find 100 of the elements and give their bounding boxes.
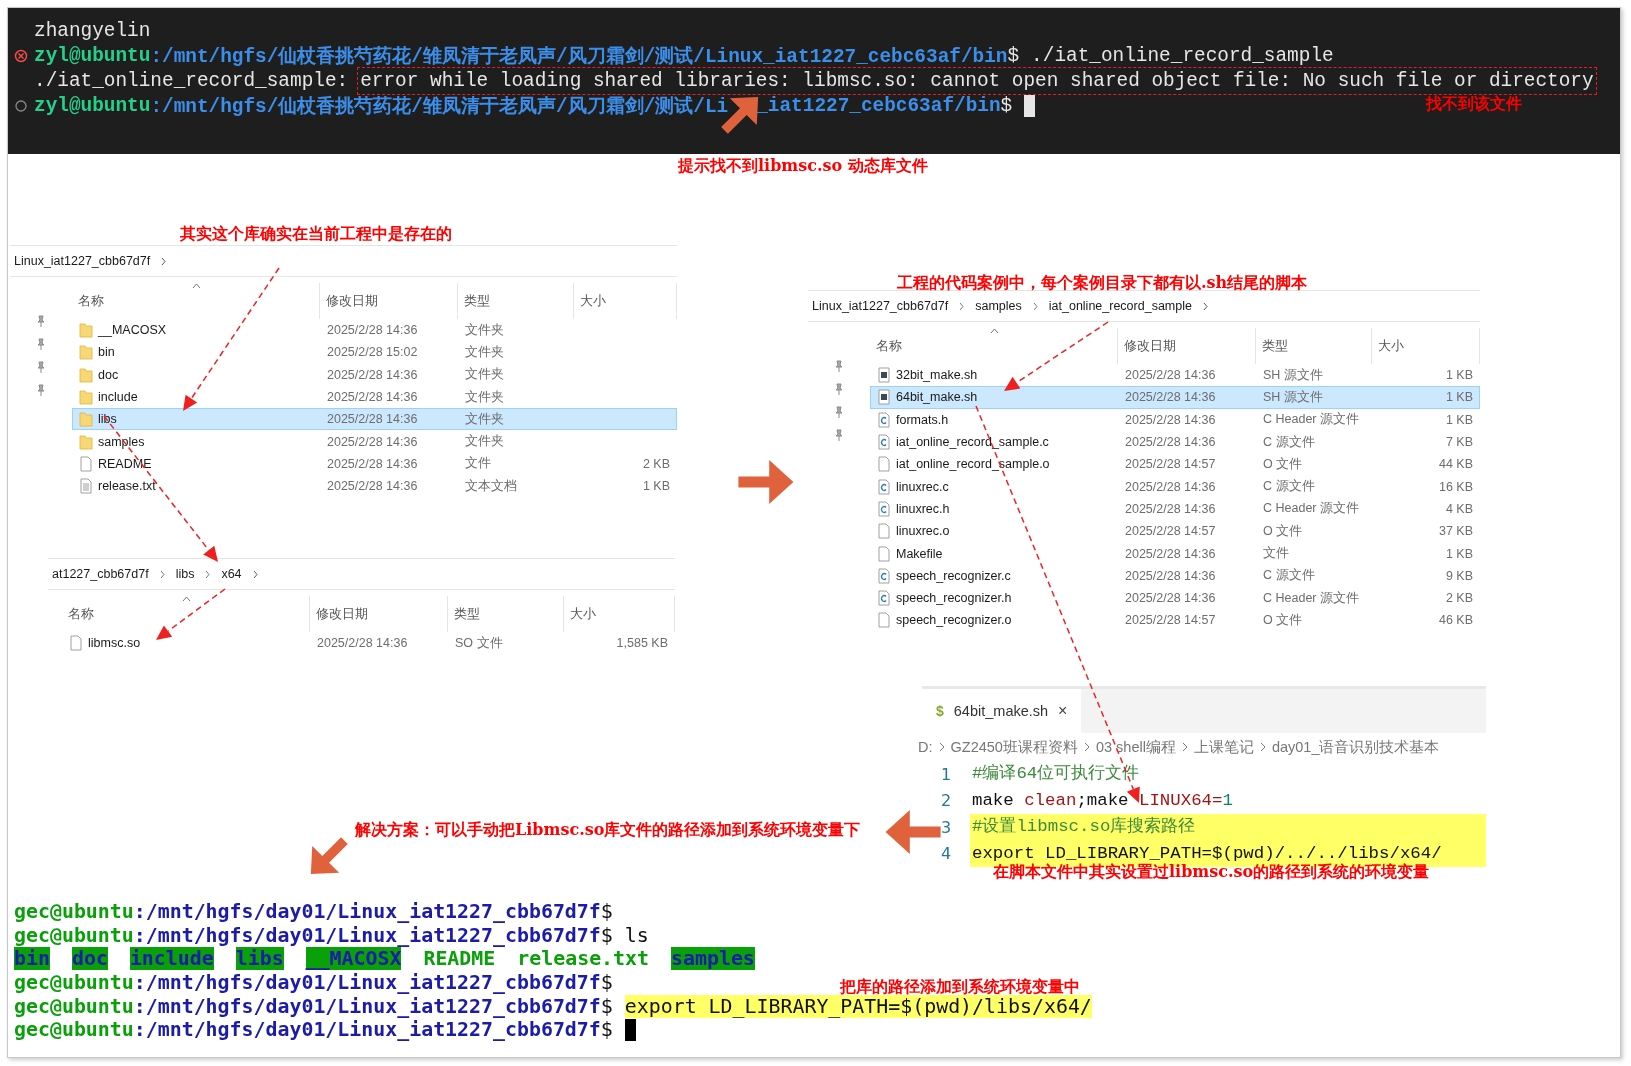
prompt-user: gec@ubuntu	[14, 900, 134, 924]
breadcrumb-item[interactable]: 上课笔记	[1193, 737, 1254, 757]
breadcrumb-item[interactable]: GZ2450班课程资料	[950, 737, 1078, 757]
prompt-path: :/mnt/hgfs/day01/Linux_iat1227_cbb67d7f	[133, 971, 601, 995]
pin-icon[interactable]	[36, 384, 46, 396]
breadcrumb-item[interactable]: libs	[175, 567, 195, 581]
file-type: C 源文件	[1262, 567, 1316, 585]
file-row[interactable]: linuxrec.c 2025/2/28 14:36 C 源文件 16 KB	[870, 475, 1480, 498]
file-row[interactable]: bin 2025/2/28 15:02 文件夹	[72, 341, 677, 364]
file-row[interactable]: README 2025/2/28 14:36 文件 2 KB	[72, 452, 677, 476]
file-row[interactable]: 64bit_make.sh 2025/2/28 14:36 SH 源文件 1 KB	[870, 386, 1480, 409]
modified-date: 2025/2/28 14:36	[326, 367, 419, 382]
file-name: linuxrec.c	[896, 479, 949, 494]
column-header[interactable]: 类型	[458, 283, 574, 319]
breadcrumb-item[interactable]: D:	[918, 739, 933, 755]
c-file-icon	[877, 478, 891, 495]
breadcrumb-item[interactable]: samples	[975, 299, 1022, 313]
chevron-icon[interactable]	[251, 569, 259, 579]
file-icon	[69, 635, 83, 652]
chevron-icon[interactable]	[1201, 301, 1209, 311]
file-type: 文件	[1262, 545, 1290, 562]
file-type: C 源文件	[1262, 433, 1316, 451]
breadcrumb-item[interactable]: day01_语音识别技术基本	[1271, 737, 1440, 757]
file-size: 16 KB	[1438, 479, 1473, 494]
file-row[interactable]: speech_recognizer.h 2025/2/28 14:36 C Header 源文件 2 KB	[870, 586, 1480, 610]
file-name: iat_online_record_sample.c	[896, 435, 1049, 450]
file-row[interactable]: libs 2025/2/28 14:36 文件夹	[72, 408, 677, 431]
file-row[interactable]: samples 2025/2/28 14:36 文件夹	[72, 430, 677, 453]
column-header[interactable]: 修改日期	[310, 596, 448, 632]
file-row[interactable]: Makefile 2025/2/28 14:36 文件 1 KB	[870, 542, 1480, 565]
prompt-path: :/mnt/hgfs/day01/Linux_iat1227_cbb67d7f	[133, 1018, 601, 1042]
pin-icon[interactable]	[36, 361, 46, 373]
file-size: 46 KB	[1438, 613, 1473, 628]
breadcrumb-item[interactable]: iat_online_record_sample	[1048, 299, 1192, 313]
column-header[interactable]: 名称	[870, 328, 1118, 364]
prompt-symbol: $	[600, 923, 613, 947]
column-header[interactable]: 修改日期	[320, 283, 458, 319]
terminal-command: ls	[624, 923, 649, 947]
column-header[interactable]: 大小	[574, 283, 677, 319]
terminal-text: ./iat_online_record_sample:	[34, 69, 349, 92]
breadcrumb-item[interactable]: Linux_iat1227_cbb67d7f	[812, 299, 949, 313]
file-size: 1 KB	[1445, 412, 1473, 427]
file-row[interactable]: formats.h 2025/2/28 14:36 C Header 源文件 1 KB	[870, 408, 1480, 431]
pin-icon[interactable]	[834, 383, 844, 395]
line-number: 3	[939, 817, 953, 837]
chevron-icon	[1031, 301, 1039, 311]
file-type: 文本文档	[464, 477, 518, 495]
block-arrow	[885, 810, 941, 854]
chevron-icon	[204, 569, 212, 579]
column-header[interactable]: 名称	[72, 283, 320, 319]
column-header[interactable]: 类型	[1256, 328, 1372, 364]
pin-icon[interactable]	[834, 360, 844, 372]
file-type: O 文件	[1262, 522, 1304, 540]
column-header[interactable]: 大小	[564, 596, 675, 632]
pin-icon[interactable]	[36, 315, 46, 327]
prompt-symbol: $	[600, 994, 613, 1018]
modified-date: 2025/2/28 14:36	[1124, 412, 1217, 427]
file-row[interactable]: speech_recognizer.o 2025/2/28 14:57 O 文件 46 KB	[870, 609, 1480, 632]
breadcrumb-item[interactable]: 03 shell编程	[1095, 737, 1176, 757]
file-row[interactable]: speech_recognizer.c 2025/2/28 14:36 C 源文件 9 KB	[870, 564, 1480, 587]
column-header[interactable]: 类型	[448, 596, 564, 632]
file-row[interactable]: doc 2025/2/28 14:36 文件夹	[72, 363, 677, 386]
file-icon	[877, 612, 891, 629]
file-row[interactable]: libmsc.so 2025/2/28 14:36 SO 文件 1,585 KB	[62, 632, 675, 655]
modified-date: 2025/2/28 14:36	[326, 434, 419, 449]
file-name: include	[98, 390, 138, 405]
breadcrumb-item[interactable]: x64	[221, 567, 242, 581]
file-row[interactable]: iat_online_record_sample.o 2025/2/28 14:57 O 文件 44 KB	[870, 453, 1480, 476]
file-size: 4 KB	[1445, 501, 1473, 516]
terminal-command: export LD_LIBRARY_PATH=$(pwd)/libs/x64/	[624, 994, 1092, 1018]
prompt-user: zyl@ubuntu	[34, 94, 151, 117]
prompt-user: zyl@ubuntu	[34, 44, 151, 67]
chevron-icon	[158, 569, 166, 579]
file-row[interactable]: linuxrec.o 2025/2/28 14:57 O 文件 37 KB	[870, 520, 1480, 543]
file-row[interactable]: include 2025/2/28 14:36 文件夹	[72, 385, 677, 409]
file-row[interactable]: __MACOSX 2025/2/28 14:36 文件夹	[72, 319, 677, 342]
editor-tab[interactable]: $ 64bit_make.sh ×	[922, 689, 1082, 733]
chevron-icon	[938, 742, 945, 752]
column-header[interactable]: 大小	[1372, 328, 1480, 364]
modified-date: 2025/2/28 14:36	[1124, 479, 1217, 494]
file-size: 1 KB	[642, 479, 670, 494]
file-row[interactable]: linuxrec.h 2025/2/28 14:36 C Header 源文件 4 KB	[870, 497, 1480, 521]
pin-icon[interactable]	[834, 429, 844, 441]
terminal-text: zhangyelin	[34, 19, 151, 42]
directory-name: doc	[71, 947, 108, 971]
pin-icon[interactable]	[36, 338, 46, 350]
file-size: 1,585 KB	[616, 636, 668, 651]
chevron-icon[interactable]	[160, 256, 168, 266]
column-header[interactable]: 修改日期	[1118, 328, 1256, 364]
file-row[interactable]: iat_online_record_sample.c 2025/2/28 14:36 C 源文件 7 KB	[870, 430, 1480, 454]
directory-name: libs	[235, 947, 284, 971]
directory-name: bin	[14, 947, 50, 971]
folder-icon	[79, 433, 93, 450]
breadcrumb-item[interactable]: Linux_iat1227_cbb67d7f	[14, 254, 151, 268]
breadcrumb-item[interactable]: at1227_cbb67d7f	[52, 567, 149, 581]
file-type: SO 文件	[454, 634, 504, 652]
chevron-icon	[1083, 742, 1090, 752]
pin-icon[interactable]	[834, 406, 844, 418]
file-row[interactable]: release.txt 2025/2/28 14:36 文本文档 1 KB	[72, 475, 677, 498]
file-row[interactable]: 32bit_make.sh 2025/2/28 14:36 SH 源文件 1 KB	[870, 364, 1480, 387]
